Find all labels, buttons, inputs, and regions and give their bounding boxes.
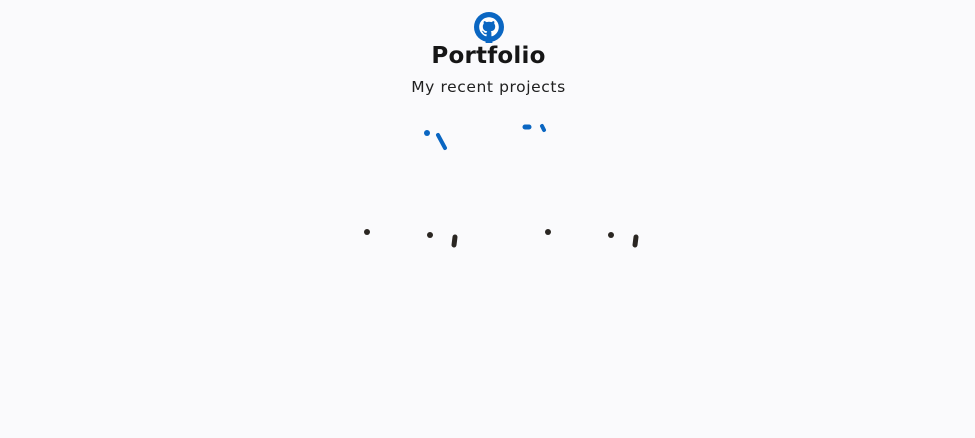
card-1-dark-stroke: [451, 234, 458, 248]
page-subtitle: My recent projects: [411, 78, 566, 96]
project-card-1[interactable]: [364, 130, 458, 248]
card-1-dark-dot-a: [364, 229, 370, 235]
projects-loading-graphics: [364, 124, 639, 248]
card-1-dark-dot-b: [427, 232, 433, 238]
project-card-2[interactable]: [522, 124, 639, 248]
card-1-blue-stroke: [436, 133, 447, 150]
card-2-dark-dot-b: [608, 232, 614, 238]
card-2-blue-stroke-b: [540, 124, 546, 132]
card-2-dark-dot-a: [545, 229, 551, 235]
projects-area: [0, 110, 975, 270]
card-1-blue-dot: [424, 130, 430, 136]
card-2-dark-stroke: [632, 234, 639, 248]
github-icon[interactable]: [473, 11, 505, 43]
page-title: Portfolio: [431, 43, 546, 69]
portfolio-page: Portfolio My recent projects: [0, 0, 975, 438]
